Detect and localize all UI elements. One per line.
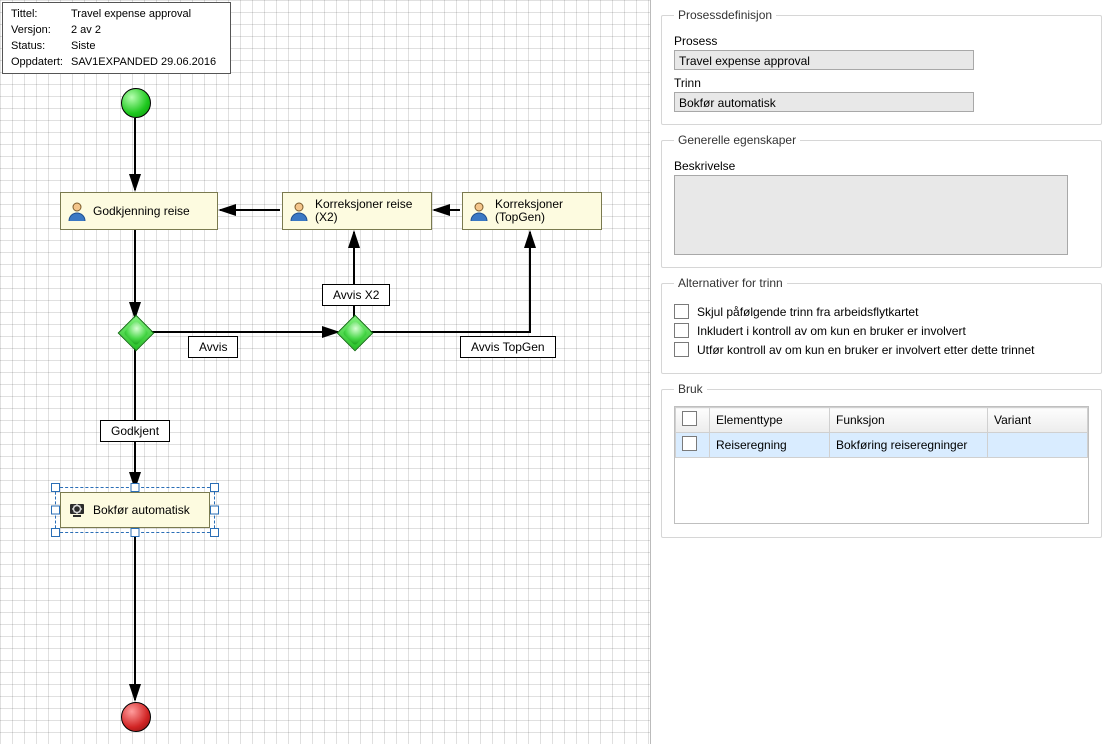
user-icon — [289, 201, 309, 221]
cell-funksjon: Bokføring reiseregninger — [830, 433, 988, 458]
usage-table[interactable]: Elementtype Funksjon Variant Reiseregnin… — [675, 407, 1088, 458]
task-label: Korreksjoner reise(X2) — [315, 198, 412, 224]
user-icon — [469, 201, 489, 221]
label-avvis-x2: Avvis X2 — [322, 284, 390, 306]
option-included-single-user[interactable]: Inkludert i kontroll av om kun en bruker… — [674, 323, 1089, 338]
column-select[interactable] — [676, 408, 710, 433]
option-check-after-step[interactable]: Utfør kontroll av om kun en bruker er in… — [674, 342, 1089, 357]
option-label: Inkludert i kontroll av om kun en bruker… — [697, 324, 966, 338]
checkbox-icon[interactable] — [674, 323, 689, 338]
checkbox-icon[interactable] — [674, 304, 689, 319]
system-task-icon — [67, 500, 87, 520]
gateway-1[interactable]: ✦ — [118, 315, 155, 352]
task-bokfor-automatisk[interactable]: Bokfør automatisk — [60, 492, 210, 528]
label-process: Prosess — [674, 34, 1089, 48]
section-title: Prosessdefinisjon — [674, 8, 776, 22]
section-usage: Bruk Elementtype Funksjon Variant Reiser… — [661, 382, 1102, 538]
field-description[interactable] — [674, 175, 1068, 255]
user-icon — [67, 201, 87, 221]
properties-panel: Prosessdefinisjon Prosess Travel expense… — [651, 0, 1112, 744]
section-title: Generelle egenskaper — [674, 133, 800, 147]
checkbox-icon[interactable] — [682, 411, 697, 426]
task-korreksjoner-x2[interactable]: Korreksjoner reise(X2) — [282, 192, 432, 230]
section-process-definition: Prosessdefinisjon Prosess Travel expense… — [661, 8, 1102, 125]
column-funksjon[interactable]: Funksjon — [830, 408, 988, 433]
section-title: Alternativer for trinn — [674, 276, 787, 290]
task-korreksjoner-topgen[interactable]: Korreksjoner(TopGen) — [462, 192, 602, 230]
diagram-info-box: Tittel:Travel expense approval Versjon:2… — [2, 2, 231, 74]
start-event[interactable] — [121, 88, 151, 118]
column-variant[interactable]: Variant — [988, 408, 1088, 433]
checkbox-icon[interactable] — [674, 342, 689, 357]
label-avvis-topgen: Avvis TopGen — [460, 336, 556, 358]
gateway-2[interactable]: ✦ — [337, 315, 374, 352]
task-label: Godkjenning reise — [93, 205, 190, 218]
task-label: Bokfør automatisk — [93, 504, 190, 517]
option-hide-following[interactable]: Skjul påfølgende trinn fra arbeidsflytka… — [674, 304, 1089, 319]
label-avvis: Avvis — [188, 336, 238, 358]
section-title: Bruk — [674, 382, 707, 396]
column-elementtype[interactable]: Elementtype — [710, 408, 830, 433]
cell-variant — [988, 433, 1088, 458]
task-label: Korreksjoner(TopGen) — [495, 198, 563, 224]
cell-elementtype: Reiseregning — [710, 433, 830, 458]
task-godkjenning-reise[interactable]: Godkjenning reise — [60, 192, 218, 230]
checkbox-icon[interactable] — [682, 436, 697, 451]
table-row[interactable]: Reiseregning Bokføring reiseregninger — [676, 433, 1088, 458]
label-godkjent: Godkjent — [100, 420, 170, 442]
option-label: Utfør kontroll av om kun en bruker er in… — [697, 343, 1034, 357]
field-process: Travel expense approval — [674, 50, 974, 70]
connector-layer — [0, 0, 650, 744]
workflow-canvas[interactable]: Tittel:Travel expense approval Versjon:2… — [0, 0, 651, 744]
end-event[interactable] — [121, 702, 151, 732]
option-label: Skjul påfølgende trinn fra arbeidsflytka… — [697, 305, 918, 319]
section-general: Generelle egenskaper Beskrivelse — [661, 133, 1102, 268]
label-step: Trinn — [674, 76, 1089, 90]
field-step: Bokfør automatisk — [674, 92, 974, 112]
label-description: Beskrivelse — [674, 159, 1089, 173]
section-step-options: Alternativer for trinn Skjul påfølgende … — [661, 276, 1102, 374]
